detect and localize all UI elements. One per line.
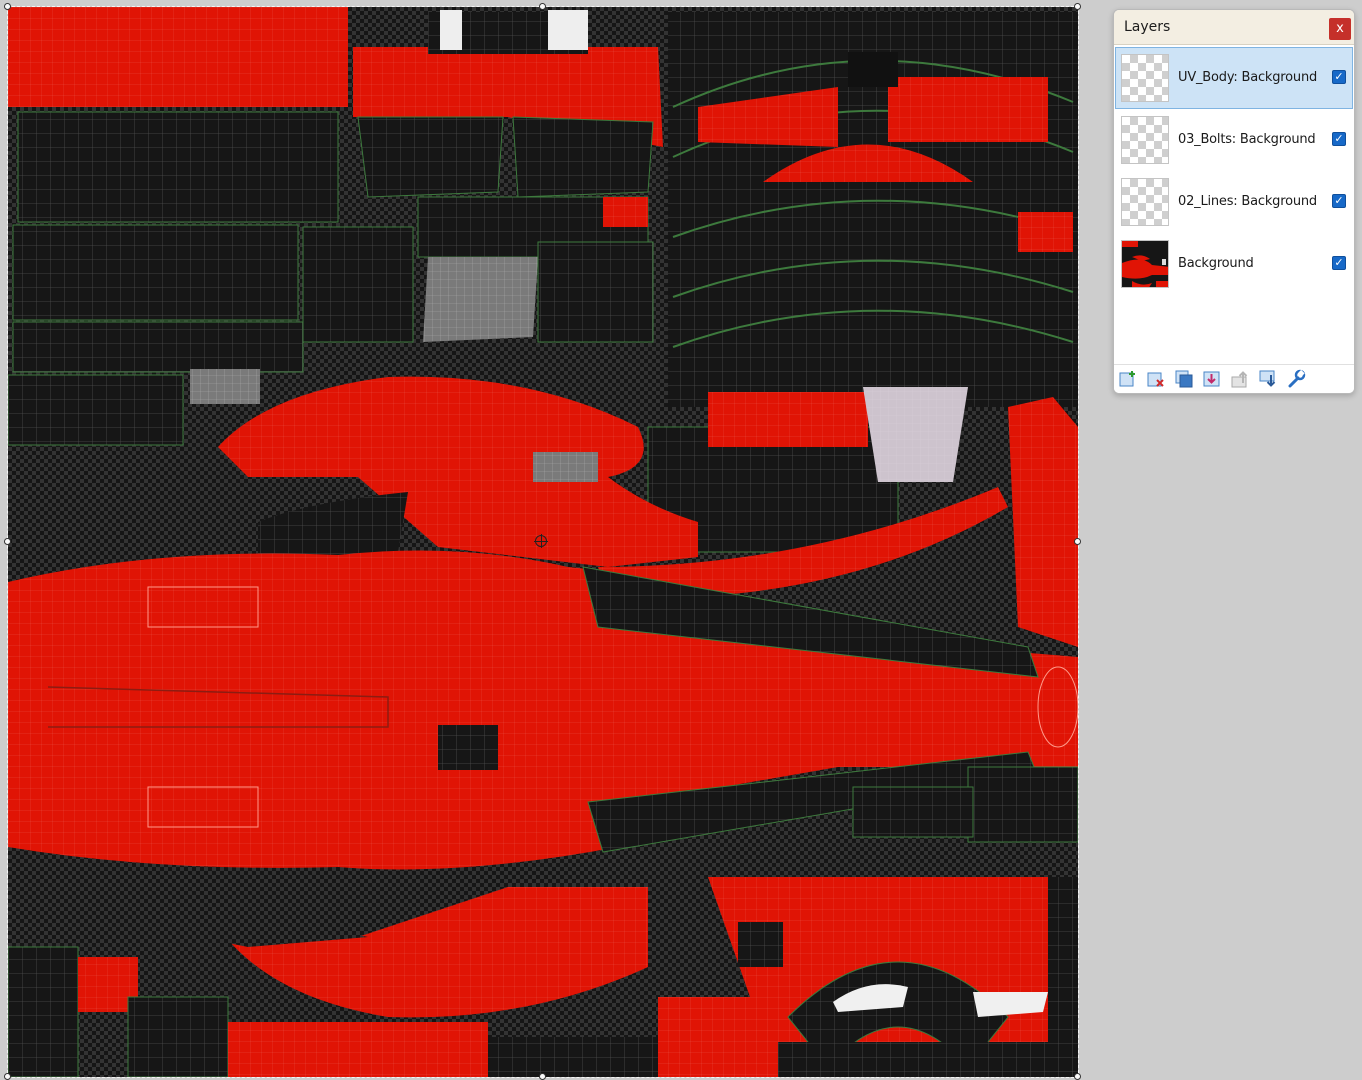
resize-handle-bottom[interactable] (539, 1073, 546, 1080)
layer-name: 03_Bolts: Background (1178, 132, 1316, 147)
layer-visibility-checkbox[interactable]: ✓ (1332, 70, 1346, 84)
layer-visibility-checkbox[interactable]: ✓ (1332, 132, 1346, 146)
merge-down-icon (1203, 371, 1220, 387)
move-layer-down-icon (1259, 370, 1276, 387)
layers-panel: Layers x UV_Body: Background ✓ 03_Bolts:… (1113, 9, 1355, 394)
add-layer-button[interactable] (1118, 369, 1138, 389)
layer-thumbnail (1121, 178, 1169, 226)
resize-handle-top[interactable] (539, 3, 546, 10)
merge-down-button[interactable] (1202, 369, 1222, 389)
resize-handle-top-left[interactable] (4, 3, 11, 10)
layer-visibility-checkbox[interactable]: ✓ (1332, 194, 1346, 208)
layer-thumbnail (1121, 240, 1169, 288)
layer-row-background[interactable]: Background ✓ (1115, 233, 1353, 295)
close-panel-button[interactable]: x (1329, 18, 1351, 40)
move-layer-down-button[interactable] (1258, 369, 1278, 389)
resize-handle-right[interactable] (1074, 538, 1081, 545)
workspace: Layers x UV_Body: Background ✓ 03_Bolts:… (0, 0, 1362, 1080)
delete-layer-button[interactable] (1146, 369, 1166, 389)
move-layer-up-button[interactable] (1230, 369, 1250, 389)
layer-name: 02_Lines: Background (1178, 194, 1317, 209)
rotation-center-icon[interactable] (534, 534, 548, 548)
panel-header[interactable]: Layers x (1114, 10, 1354, 45)
layer-thumbnail (1121, 54, 1169, 102)
resize-handle-top-right[interactable] (1074, 3, 1081, 10)
duplicate-layer-button[interactable] (1174, 369, 1194, 389)
resize-handle-bottom-left[interactable] (4, 1073, 11, 1080)
layer-visibility-checkbox[interactable]: ✓ (1332, 256, 1346, 270)
duplicate-layer-icon (1175, 370, 1193, 388)
move-layer-up-icon (1231, 371, 1248, 388)
layer-name: UV_Body: Background (1178, 70, 1318, 85)
layer-thumbnail (1121, 116, 1169, 164)
layers-toolbar (1114, 364, 1354, 393)
delete-layer-icon (1147, 372, 1164, 387)
layer-properties-button[interactable] (1286, 369, 1306, 389)
layer-name: Background (1178, 256, 1254, 271)
layer-row-lines[interactable]: 02_Lines: Background ✓ (1115, 171, 1353, 233)
layer-row-bolts[interactable]: 03_Bolts: Background ✓ (1115, 109, 1353, 171)
resize-handle-bottom-right[interactable] (1074, 1073, 1081, 1080)
layer-properties-icon (1288, 369, 1306, 388)
add-layer-icon (1119, 371, 1135, 387)
resize-handle-left[interactable] (4, 538, 11, 545)
layer-row-uv-body[interactable]: UV_Body: Background ✓ (1115, 47, 1353, 109)
panel-title: Layers (1124, 19, 1171, 35)
